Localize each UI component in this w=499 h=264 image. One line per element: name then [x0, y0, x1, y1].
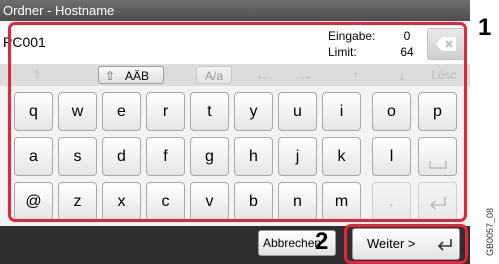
- space-icon: [429, 161, 447, 169]
- key-p[interactable]: p: [418, 92, 457, 131]
- key-j[interactable]: j: [278, 137, 317, 176]
- backspace-button[interactable]: [427, 28, 465, 60]
- key-h[interactable]: h: [234, 137, 273, 176]
- key-x[interactable]: x: [102, 182, 141, 221]
- key-r[interactable]: r: [146, 92, 185, 131]
- key-g[interactable]: g: [190, 137, 229, 176]
- callout-1: 1: [478, 14, 492, 41]
- arrow-right-icon[interactable]: →: [296, 66, 316, 84]
- counter-labels: Eingabe: Limit:: [328, 28, 375, 60]
- case-toggle-button[interactable]: A/a: [196, 66, 232, 84]
- key-a[interactable]: a: [14, 137, 53, 176]
- control-row: ⇧ AÄB ⇧ A/a ← → ↑ ↓ Lösc: [0, 64, 470, 86]
- limit-value: 64: [400, 45, 414, 59]
- enter-icon: [437, 239, 452, 251]
- key-f[interactable]: f: [146, 137, 185, 176]
- key-o[interactable]: o: [372, 92, 411, 131]
- key-e[interactable]: e: [102, 92, 141, 131]
- key-k[interactable]: k: [322, 137, 361, 176]
- counter-values: 0 64: [396, 28, 418, 60]
- callout-2: 2: [315, 228, 329, 255]
- enter-icon: [429, 197, 446, 210]
- charset-button[interactable]: AÄB ⇧: [98, 66, 164, 84]
- shift-left-icon: ⇧: [31, 68, 43, 82]
- arrow-down-icon[interactable]: ↓: [392, 66, 412, 84]
- arrow-left-icon[interactable]: ←: [252, 66, 272, 84]
- key-i[interactable]: i: [322, 92, 361, 131]
- delete-button[interactable]: Lösc: [426, 66, 462, 84]
- key-n[interactable]: n: [278, 182, 317, 221]
- key-z[interactable]: z: [58, 182, 97, 221]
- key-l[interactable]: l: [372, 137, 411, 176]
- hostname-input[interactable]: PC001: [3, 34, 46, 50]
- input-area[interactable]: PC001 Eingabe: Limit: 0 64: [0, 24, 470, 64]
- key-u[interactable]: u: [278, 92, 317, 131]
- key-v[interactable]: v: [190, 182, 229, 221]
- charset-label: AÄB: [125, 69, 150, 83]
- enter-key[interactable]: [418, 182, 457, 221]
- key-at[interactable]: @: [14, 182, 53, 221]
- screen-title: Ordner - Hostname: [0, 0, 470, 21]
- screen: Ordner - Hostname PC001 Eingabe: Limit: …: [0, 0, 470, 264]
- key-d[interactable]: d: [102, 137, 141, 176]
- key-q[interactable]: q: [14, 92, 53, 131]
- input-count-label: Eingabe:: [328, 29, 376, 43]
- key-y[interactable]: y: [234, 92, 273, 131]
- key-period[interactable]: .: [372, 182, 411, 221]
- key-t[interactable]: t: [190, 92, 229, 131]
- space-key[interactable]: [418, 137, 457, 176]
- key-b[interactable]: b: [234, 182, 273, 221]
- shift-icon: ⇧: [105, 69, 116, 83]
- figure-reference: GB0057_08: [485, 207, 495, 256]
- key-w[interactable]: w: [58, 92, 97, 131]
- backspace-icon: [436, 37, 456, 51]
- limit-label: Limit:: [328, 45, 357, 59]
- key-c[interactable]: c: [146, 182, 185, 221]
- key-m[interactable]: m: [322, 182, 361, 221]
- next-button[interactable]: Weiter >: [352, 228, 460, 260]
- arrow-up-icon[interactable]: ↑: [346, 66, 366, 84]
- next-button-label: Weiter >: [367, 236, 416, 251]
- key-s[interactable]: s: [58, 137, 97, 176]
- input-count-value: 0: [403, 29, 411, 43]
